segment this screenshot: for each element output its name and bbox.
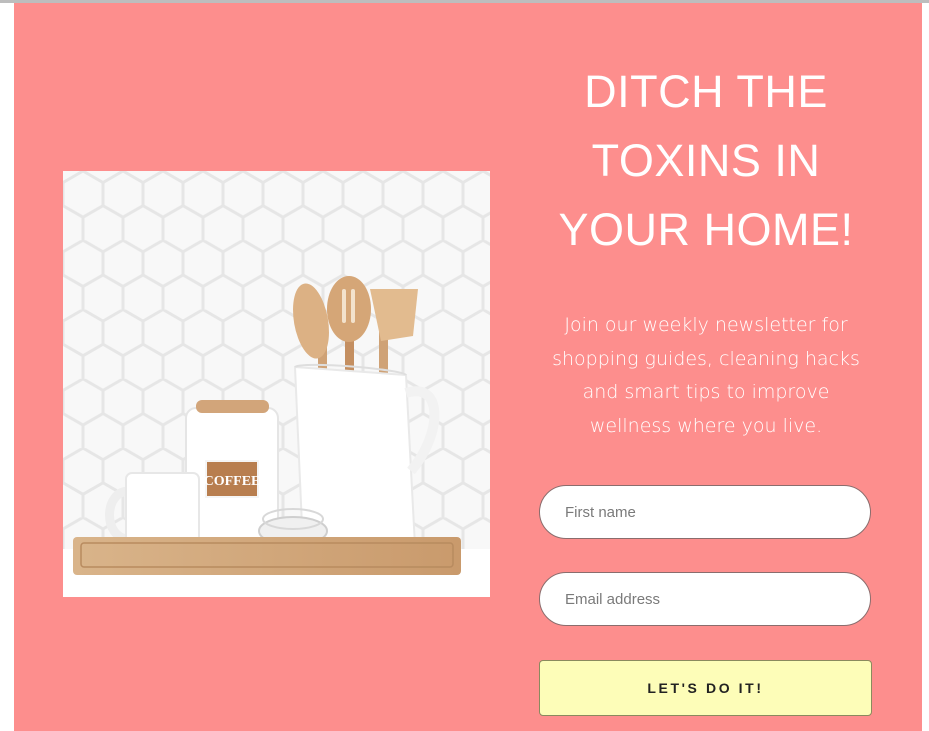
email-address-input[interactable] — [539, 572, 871, 626]
description-line: and smart tips to improve — [582, 381, 830, 403]
description-line: shopping guides, cleaning hacks — [552, 347, 860, 370]
wooden-tray — [73, 537, 461, 575]
kitchen-product-photo: COFFEE — [63, 171, 490, 597]
description-line: wellness where you live. — [589, 414, 823, 437]
newsletter-description: Join our weekly newsletter for shopping … — [534, 309, 878, 443]
headline-line: TOXINS IN — [591, 135, 821, 186]
headline-line: YOUR HOME! — [558, 204, 854, 255]
coffee-label: COFFEE — [204, 474, 261, 489]
newsletter-signup-panel: COFFEE DITCH THE TOXINS IN YOUR HOME! Jo… — [14, 3, 922, 731]
headline: DITCH THE TOXINS IN YOUR HOME! — [534, 57, 878, 264]
submit-button[interactable]: LET'S DO IT! — [539, 660, 872, 716]
headline-line: DITCH THE — [584, 66, 828, 117]
description-line: Join our weekly newsletter for — [564, 314, 848, 336]
first-name-input[interactable] — [539, 485, 871, 539]
